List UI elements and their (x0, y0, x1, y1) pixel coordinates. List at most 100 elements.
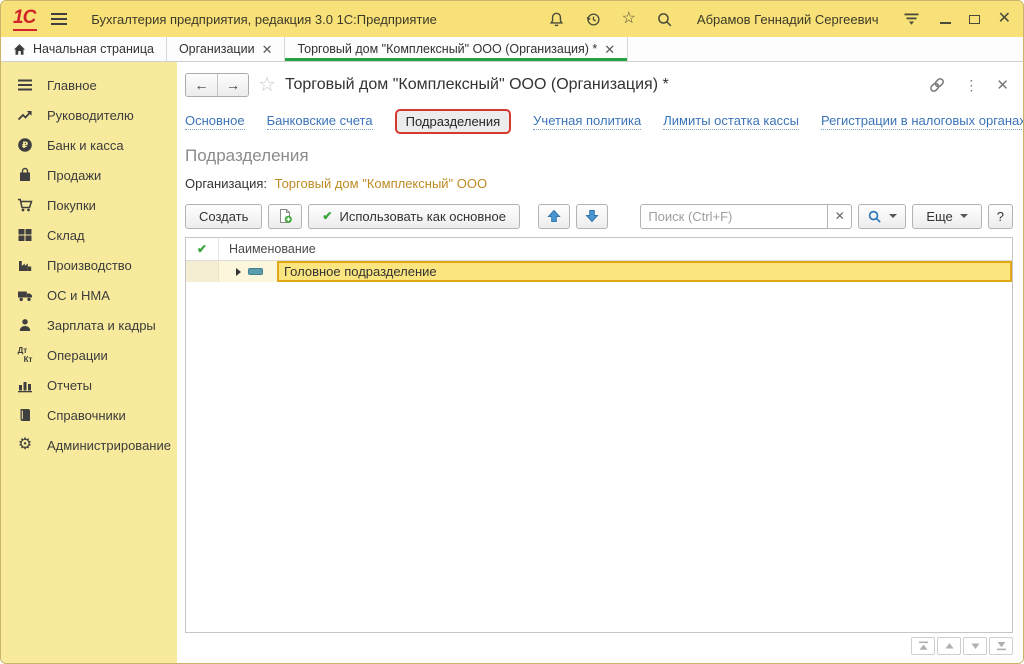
warehouse-grid-icon (15, 227, 35, 243)
maximize-button[interactable] (969, 15, 980, 24)
row-tree-cell (219, 261, 277, 282)
global-search-icon[interactable] (656, 11, 673, 28)
history-nav-group: ← → (185, 73, 249, 97)
shopping-bag-icon (15, 167, 35, 183)
more-menu-dots-icon[interactable]: ⋮ (964, 78, 978, 92)
back-button[interactable]: ← (186, 74, 217, 96)
triangle-down-bar-icon (996, 641, 1007, 651)
clear-search-icon[interactable]: ✕ (828, 204, 852, 229)
row-check-cell[interactable] (186, 261, 219, 282)
book-icon (15, 407, 35, 423)
help-button[interactable]: ? (988, 204, 1013, 229)
organization-label: Организация: (185, 176, 267, 191)
nav-link-bank-accounts[interactable]: Банковские счета (267, 113, 373, 130)
check-icon: ✔ (197, 243, 207, 255)
section-title: Подразделения (185, 146, 1013, 168)
sidebar-item-label: Справочники (47, 408, 126, 423)
trend-up-icon (15, 107, 35, 123)
sidebar-item-label: ОС и НМА (47, 288, 110, 303)
table-row[interactable]: Головное подразделение (186, 261, 1012, 282)
menu-lines-icon (15, 77, 35, 93)
subdivisions-table: ✔ Наименование Головное подразделение (185, 237, 1013, 633)
service-settings-icon[interactable] (903, 12, 920, 27)
sidebar-item-production[interactable]: Производство (1, 250, 177, 280)
tab-label: Торговый дом "Комплексный" ООО (Организа… (297, 42, 597, 56)
truck-icon (15, 287, 35, 303)
sidebar-item-bank-cash[interactable]: ₽ Банк и касса (1, 130, 177, 160)
sidebar-item-sales[interactable]: Продажи (1, 160, 177, 190)
favorites-star-icon[interactable]: ☆ (622, 11, 636, 27)
scroll-to-bottom-button[interactable] (989, 637, 1013, 655)
sidebar-item-administration[interactable]: ⚙ Администрирование (1, 430, 177, 460)
dt-kt-icon: ДтКт (15, 347, 35, 364)
sidebar-item-label: Продажи (47, 168, 101, 183)
sidebar-item-warehouse[interactable]: Склад (1, 220, 177, 250)
move-up-button[interactable] (538, 204, 570, 229)
sidebar-item-manager[interactable]: Руководителю (1, 100, 177, 130)
nav-link-cash-limits[interactable]: Лимиты остатка кассы (663, 113, 799, 130)
nav-link-subdivisions[interactable]: Подразделения (395, 109, 512, 134)
use-as-main-button[interactable]: ✔ Использовать как основное (308, 204, 520, 229)
current-user[interactable]: Абрамов Геннадий Сергеевич (697, 12, 879, 27)
form-nav-links: Основное Банковские счета Подразделения … (185, 109, 1013, 134)
close-tab-icon[interactable]: ✕ (262, 43, 273, 56)
close-tab-icon[interactable]: ✕ (604, 43, 615, 56)
get-link-icon[interactable] (928, 76, 946, 94)
add-to-favorites-star-icon[interactable]: ☆ (258, 75, 276, 95)
sidebar-item-label: Зарплата и кадры (47, 318, 156, 333)
organization-value-link[interactable]: Торговый дом "Комплексный" ООО (275, 176, 487, 191)
search-input[interactable] (640, 204, 828, 229)
sidebar-item-operations[interactable]: ДтКт Операции (1, 340, 177, 370)
history-icon[interactable] (585, 11, 602, 28)
sidebar-item-main[interactable]: Главное (1, 70, 177, 100)
sidebar-item-purchases[interactable]: Покупки (1, 190, 177, 220)
1c-logo[interactable]: 1С (13, 8, 37, 31)
nav-link-tax-registrations[interactable]: Регистрации в налоговых органах (821, 113, 1024, 130)
scroll-to-top-button[interactable] (911, 637, 935, 655)
table-empty-area (186, 282, 1012, 632)
app-title: Бухгалтерия предприятия, редакция 3.0 1С… (91, 12, 437, 27)
create-button[interactable]: Создать (185, 204, 262, 229)
app-body: Главное Руководителю ₽ Банк и касса Прод… (1, 62, 1023, 663)
home-icon (13, 43, 26, 56)
search-settings-button[interactable] (858, 204, 906, 229)
sidebar-item-reports[interactable]: Отчеты (1, 370, 177, 400)
sidebar-item-fixed-assets[interactable]: ОС и НМА (1, 280, 177, 310)
sidebar-item-label: Склад (47, 228, 85, 243)
titlebar-icons: ☆ Абрамов Геннадий Сергеевич (548, 11, 920, 28)
main-menu-icon[interactable] (49, 11, 69, 27)
sidebar-item-label: Главное (47, 78, 97, 93)
minimize-button[interactable] (940, 22, 951, 24)
sidebar-item-payroll-hr[interactable]: Зарплата и кадры (1, 310, 177, 340)
sidebar-item-label: Руководителю (47, 108, 134, 123)
tab-organizations[interactable]: Организации ✕ (167, 37, 286, 61)
header-name-column[interactable]: Наименование (219, 238, 1012, 260)
table-header: ✔ Наименование (186, 238, 1012, 261)
form-organization: ← → ☆ Торговый дом "Комплексный" ООО (Ор… (177, 62, 1023, 663)
more-label: Еще (926, 209, 952, 224)
notifications-bell-icon[interactable] (548, 11, 565, 28)
move-down-button[interactable] (576, 204, 608, 229)
cart-icon (15, 197, 35, 213)
tab-home[interactable]: Начальная страница (1, 37, 167, 61)
sidebar-item-label: Банк и касса (47, 138, 124, 153)
tab-label: Организации (179, 42, 255, 56)
expand-arrow-icon[interactable] (236, 268, 241, 276)
sidebar-item-directories[interactable]: Справочники (1, 400, 177, 430)
nav-link-main[interactable]: Основное (185, 113, 245, 130)
forward-button[interactable]: → (217, 74, 248, 96)
create-group-button[interactable] (268, 204, 302, 229)
tabbar: Начальная страница Организации ✕ Торговы… (1, 37, 1023, 62)
close-form-icon[interactable]: ✕ (996, 78, 1009, 93)
person-icon (15, 317, 35, 333)
row-name-cell[interactable]: Головное подразделение (277, 261, 1012, 282)
search-group: ✕ (640, 204, 852, 229)
scroll-up-button[interactable] (937, 637, 961, 655)
more-button[interactable]: Еще (912, 204, 981, 229)
sidebar: Главное Руководителю ₽ Банк и касса Прод… (1, 62, 177, 663)
close-window-button[interactable]: ✕ (998, 11, 1011, 27)
use-as-main-label: Использовать как основное (339, 209, 505, 224)
nav-link-accounting-policy[interactable]: Учетная политика (533, 113, 641, 130)
scroll-down-button[interactable] (963, 637, 987, 655)
tab-organization-form[interactable]: Торговый дом "Комплексный" ООО (Организа… (285, 37, 628, 61)
